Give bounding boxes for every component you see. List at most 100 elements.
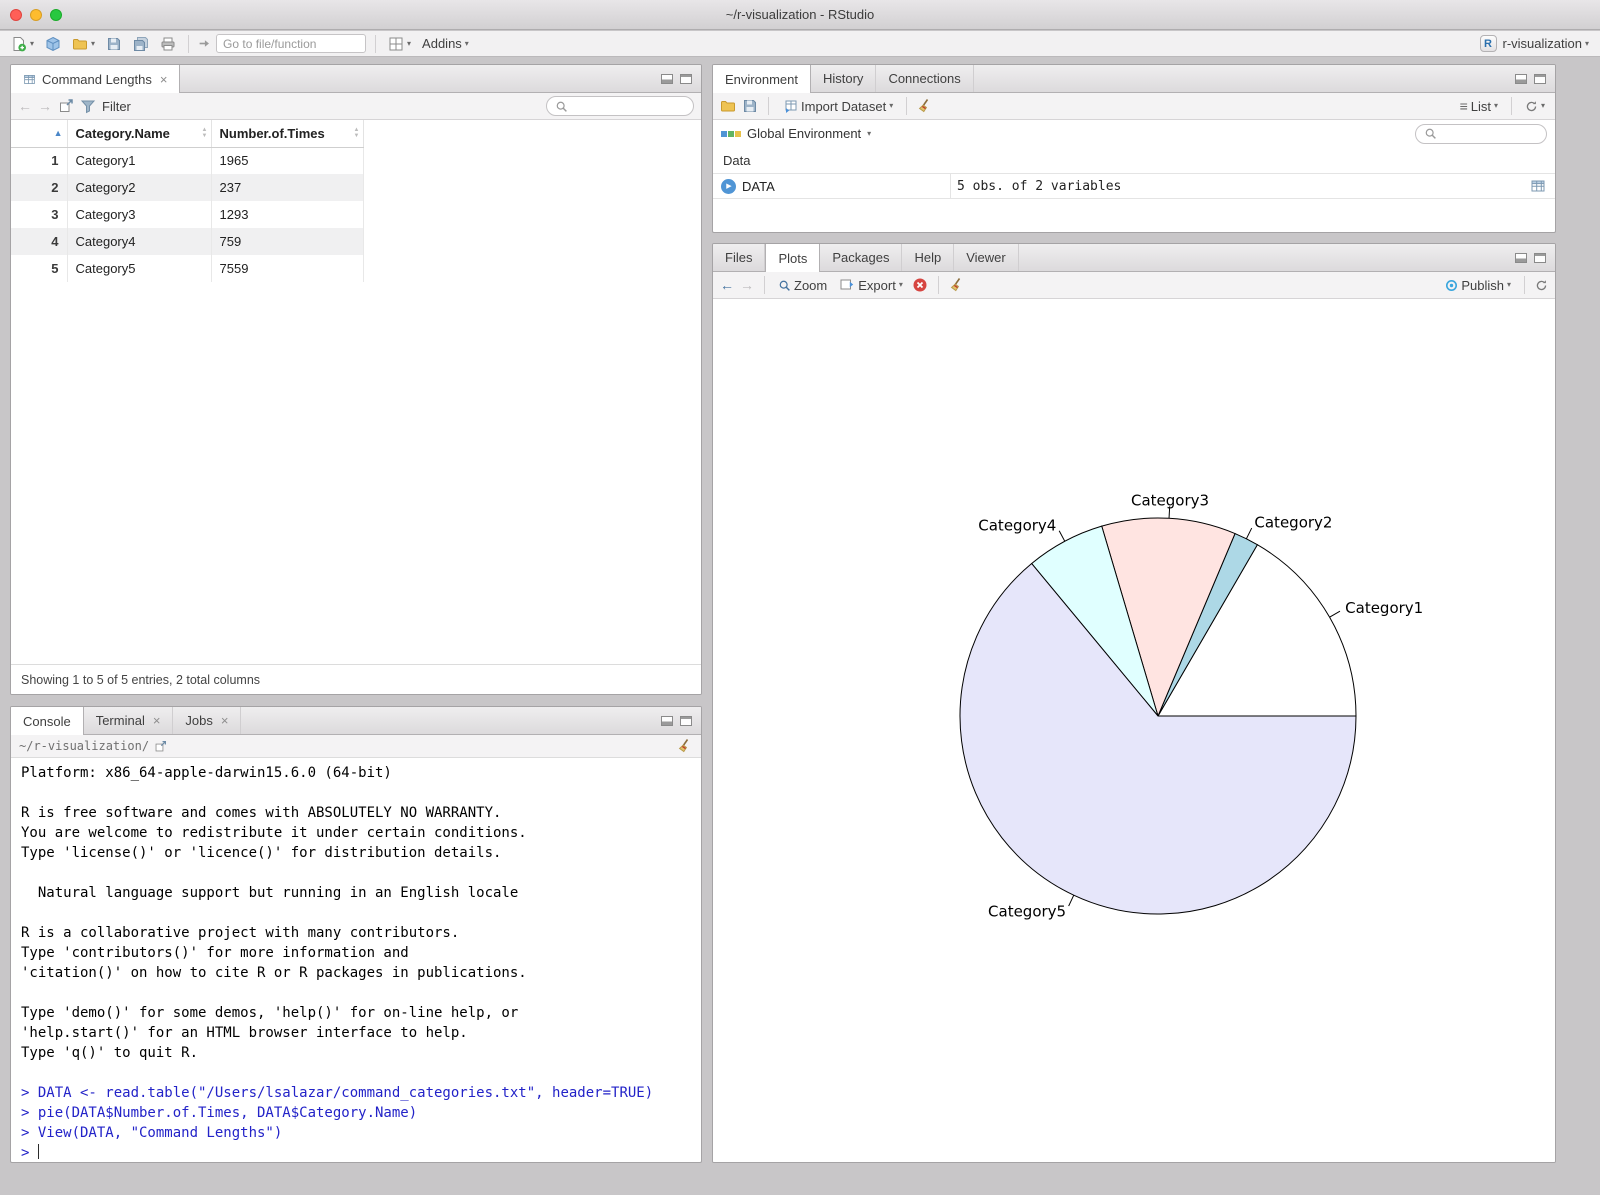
previous-plot-icon[interactable]: ← [720,278,734,292]
tab-packages[interactable]: Packages [820,244,903,271]
open-file-button[interactable]: ▾ [69,35,98,53]
column-header-category-name[interactable]: Category.Name ▲ ▼ [67,120,212,148]
column-header-number-of-times[interactable]: Number.of.Times ▲ ▼ [211,120,364,148]
table-search-box[interactable] [546,96,694,116]
window-title: ~/r-visualization - RStudio [725,7,875,22]
chevron-down-icon: ▾ [1540,101,1545,110]
back-icon[interactable]: ← [18,99,32,113]
tab-environment[interactable]: Environment [713,65,811,93]
panes-grid-icon [388,36,404,52]
minimize-pane-icon[interactable] [661,715,673,726]
tab-plots[interactable]: Plots [765,244,821,272]
filter-icon[interactable] [80,98,96,114]
export-plot-button[interactable]: Export ▾ [836,276,906,294]
new-file-button[interactable]: ▾ [8,35,37,53]
save-button[interactable] [103,35,125,53]
refresh-plot-icon[interactable] [1535,279,1548,292]
save-all-button[interactable] [130,35,152,53]
category-name-cell: Category1 [67,147,212,174]
goto-directory-icon[interactable] [154,740,167,753]
goto-file-input[interactable] [216,34,367,53]
close-icon[interactable]: × [160,72,168,87]
open-in-new-window-icon[interactable] [58,98,74,114]
minimize-pane-icon[interactable] [661,73,673,84]
project-name: r-visualization [1502,36,1582,51]
addins-button[interactable]: Addins ▾ [419,35,472,52]
window-controls [10,9,62,21]
maximize-pane-icon[interactable] [680,715,692,726]
minimize-pane-icon[interactable] [1515,73,1527,84]
chevron-down-icon: ▾ [1493,101,1498,110]
tab-history[interactable]: History [811,65,877,92]
tab-terminal[interactable]: Terminal × [84,707,174,734]
chevron-down-icon: ▾ [1584,38,1589,48]
pie-label-line [1245,527,1253,540]
import-dataset-button[interactable]: Import Dataset ▾ [779,97,896,115]
clear-console-icon[interactable] [677,738,693,754]
publish-button[interactable]: Publish ▾ [1442,277,1514,294]
row-number-header[interactable]: ▲ [11,120,68,148]
save-workspace-icon[interactable] [742,98,758,114]
tab-jobs[interactable]: Jobs × [173,707,242,734]
minimize-window-button[interactable] [30,9,42,21]
remove-plot-icon[interactable] [912,277,928,293]
console-line: Platform: x86_64-apple-darwin15.6.0 (64-… [21,765,392,781]
project-menu-button[interactable]: R r-visualization ▾ [1477,34,1593,53]
zoom-window-button[interactable] [50,9,62,21]
close-icon[interactable]: × [153,713,161,728]
new-project-button[interactable] [42,35,64,53]
tab-viewer[interactable]: Viewer [954,244,1019,271]
search-icon [555,100,568,113]
close-window-button[interactable] [10,9,22,21]
maximize-pane-icon[interactable] [680,73,692,84]
list-icon: ≡ [1459,98,1468,114]
pie-label-category4: Category4 [978,516,1056,534]
row-number-cell: 5 [11,255,68,282]
tab-files[interactable]: Files [713,244,766,271]
close-icon[interactable]: × [221,713,229,728]
environment-tabbar: Environment History Connections [713,65,1555,93]
environment-object-row[interactable]: ▶ DATA 5 obs. of 2 variables [713,173,1555,199]
object-name: DATA [742,178,775,194]
chevron-down-icon: ▾ [898,280,903,289]
tab-connections[interactable]: Connections [876,65,974,92]
number-of-times-cell: 237 [211,174,364,201]
tab-command-lengths[interactable]: Command Lengths × [11,65,181,93]
data-viewer-pane: Command Lengths × ← → Filter ▲ Category.… [10,64,702,695]
maximize-pane-icon[interactable] [1534,252,1546,263]
panes-layout-button[interactable]: ▾ [385,35,414,53]
refresh-environment-button[interactable]: ▾ [1522,99,1548,114]
next-plot-icon[interactable]: → [740,278,754,292]
console-output[interactable]: Platform: x86_64-apple-darwin15.6.0 (64-… [11,759,701,1162]
clear-all-plots-icon[interactable] [949,277,965,293]
scope-label[interactable]: Global Environment [747,126,861,141]
open-folder-icon [72,36,88,52]
environment-section-label: Data [723,152,751,168]
environment-search-box[interactable] [1415,123,1547,144]
forward-icon[interactable]: → [38,99,52,113]
pane-window-buttons [661,65,701,92]
filter-label[interactable]: Filter [102,99,131,114]
tab-console[interactable]: Console [11,707,84,735]
expand-object-icon[interactable]: ▶ [721,178,736,194]
print-button[interactable] [157,35,179,53]
pie-label-line [1068,894,1075,907]
load-workspace-icon[interactable] [720,98,736,114]
pane-window-buttons [1515,65,1555,92]
minimize-pane-icon[interactable] [1515,252,1527,263]
console-pane: Console Terminal × Jobs × ~/r-visualizat… [10,706,702,1163]
tab-help[interactable]: Help [902,244,955,271]
view-data-icon[interactable] [1530,178,1546,194]
save-all-icon [133,36,149,52]
maximize-pane-icon[interactable] [1534,73,1546,84]
save-icon [106,36,122,52]
table-icon [23,73,36,86]
chevron-down-icon: ▾ [30,38,35,48]
list-view-button[interactable]: ≡ List ▾ [1457,97,1501,115]
clear-environment-icon[interactable] [917,98,933,114]
zoom-plot-button[interactable]: Zoom [775,277,830,294]
console-line: 'help.start()' for an HTML browser inter… [21,1025,468,1041]
